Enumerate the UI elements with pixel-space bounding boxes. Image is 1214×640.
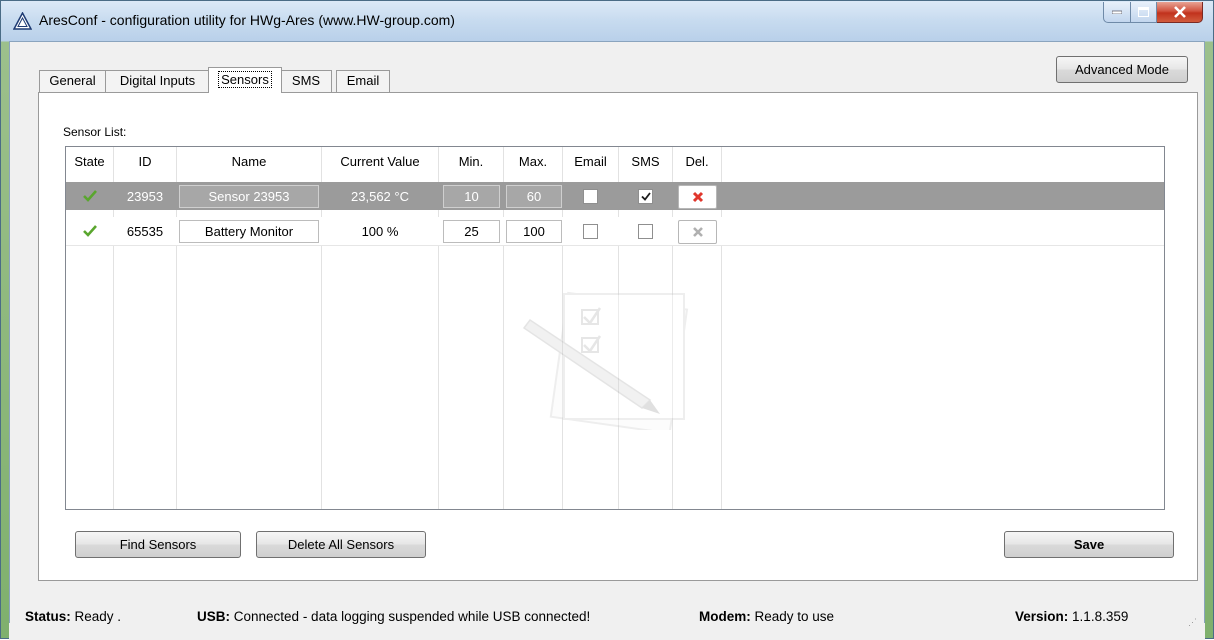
email-checkbox[interactable] xyxy=(583,189,598,204)
modem-value: Ready to use xyxy=(754,609,835,624)
table-row[interactable]: 65535 Battery Monitor 100 % 25 100 xyxy=(66,217,1164,246)
close-icon xyxy=(1173,6,1186,18)
checkmark-icon xyxy=(640,192,651,201)
col-min[interactable]: Min. xyxy=(439,147,504,174)
tab-email[interactable]: Email xyxy=(336,70,390,92)
tab-sensors-label: Sensors xyxy=(218,71,272,88)
col-sms[interactable]: SMS xyxy=(619,147,673,174)
name-field[interactable]: Battery Monitor xyxy=(179,220,319,243)
advanced-mode-button[interactable]: Advanced Mode xyxy=(1056,56,1188,83)
id-cell: 23953 xyxy=(126,188,164,204)
version-label: Version: xyxy=(1015,609,1069,624)
sms-checkbox[interactable] xyxy=(638,189,653,204)
current-value-cell: 23,562 °C xyxy=(351,188,409,204)
col-max[interactable]: Max. xyxy=(504,147,563,174)
tab-sms[interactable]: SMS xyxy=(280,70,332,92)
green-check-icon xyxy=(82,190,97,202)
gray-x-icon xyxy=(692,227,703,237)
client-area: General Digital Inputs Sensors SMS Email… xyxy=(9,41,1205,624)
app-window: AresConf - configuration utility for HWg… xyxy=(0,0,1214,640)
status-bar: Status: Ready . USB: Connected - data lo… xyxy=(9,609,1205,640)
col-email[interactable]: Email xyxy=(563,147,619,174)
version-value: 1.1.8.359 xyxy=(1072,609,1129,624)
min-field[interactable]: 10 xyxy=(443,185,500,208)
find-sensors-button[interactable]: Find Sensors xyxy=(75,531,241,558)
red-x-icon xyxy=(692,191,703,203)
state-cell xyxy=(66,217,113,245)
status-section: Status: Ready . xyxy=(25,609,121,624)
minimize-button[interactable] xyxy=(1103,2,1131,23)
window-title: AresConf - configuration utility for HWg… xyxy=(39,12,455,28)
delete-sensor-button[interactable] xyxy=(678,185,717,209)
name-field[interactable]: Sensor 23953 xyxy=(179,185,319,208)
minimize-icon xyxy=(1112,10,1122,14)
tab-sms-label: SMS xyxy=(291,73,321,88)
usb-section: USB: Connected - data logging suspended … xyxy=(197,609,590,624)
delete-sensor-button[interactable] xyxy=(678,220,717,244)
col-del[interactable]: Del. xyxy=(673,147,722,174)
status-label: Status: xyxy=(25,609,71,624)
app-icon xyxy=(13,12,32,30)
col-id[interactable]: ID xyxy=(114,147,177,174)
id-cell: 65535 xyxy=(126,223,164,239)
table-row[interactable]: 23953 Sensor 23953 23,562 °C 10 60 xyxy=(66,182,1164,210)
delete-all-sensors-button[interactable]: Delete All Sensors xyxy=(256,531,426,558)
maximize-icon xyxy=(1138,7,1149,17)
close-button[interactable] xyxy=(1157,2,1203,23)
usb-label: USB: xyxy=(197,609,230,624)
max-field[interactable]: 100 xyxy=(506,220,562,243)
col-current-value[interactable]: Current Value xyxy=(322,147,439,174)
state-cell xyxy=(66,182,113,210)
modem-section: Modem: Ready to use xyxy=(699,609,834,624)
email-checkbox[interactable] xyxy=(583,224,598,239)
sms-checkbox[interactable] xyxy=(638,224,653,239)
tab-general-label: General xyxy=(49,73,96,88)
col-name[interactable]: Name xyxy=(177,147,322,174)
tab-email-label: Email xyxy=(346,73,380,88)
modem-label: Modem: xyxy=(699,609,751,624)
max-field[interactable]: 60 xyxy=(506,185,562,208)
notepad-watermark-icon xyxy=(522,291,689,430)
min-field[interactable]: 25 xyxy=(443,220,500,243)
col-state[interactable]: State xyxy=(66,147,114,174)
grid-header: State ID Name Current Value Min. Max. Em… xyxy=(66,147,1164,174)
tab-digital-inputs[interactable]: Digital Inputs xyxy=(105,70,210,92)
resize-grip-icon[interactable]: ⋰ xyxy=(1188,617,1197,628)
maximize-button[interactable] xyxy=(1131,2,1157,23)
window-controls xyxy=(1103,2,1203,23)
status-value: Ready . xyxy=(74,609,122,624)
save-button[interactable]: Save xyxy=(1004,531,1174,558)
tab-digital-inputs-label: Digital Inputs xyxy=(119,73,196,88)
usb-value: Connected - data logging suspended while… xyxy=(233,609,591,624)
current-value-cell: 100 % xyxy=(361,223,399,239)
green-check-icon xyxy=(82,225,97,237)
sensor-grid[interactable]: State ID Name Current Value Min. Max. Em… xyxy=(65,146,1165,510)
sensor-list-label: Sensor List: xyxy=(63,125,127,139)
sensors-tab-page: Sensor List: State ID Name Current Value… xyxy=(38,92,1198,581)
version-section: Version: 1.1.8.359 xyxy=(1015,609,1128,624)
title-bar[interactable]: AresConf - configuration utility for HWg… xyxy=(1,1,1213,41)
tab-general[interactable]: General xyxy=(39,70,106,92)
tab-sensors[interactable]: Sensors xyxy=(208,67,282,93)
